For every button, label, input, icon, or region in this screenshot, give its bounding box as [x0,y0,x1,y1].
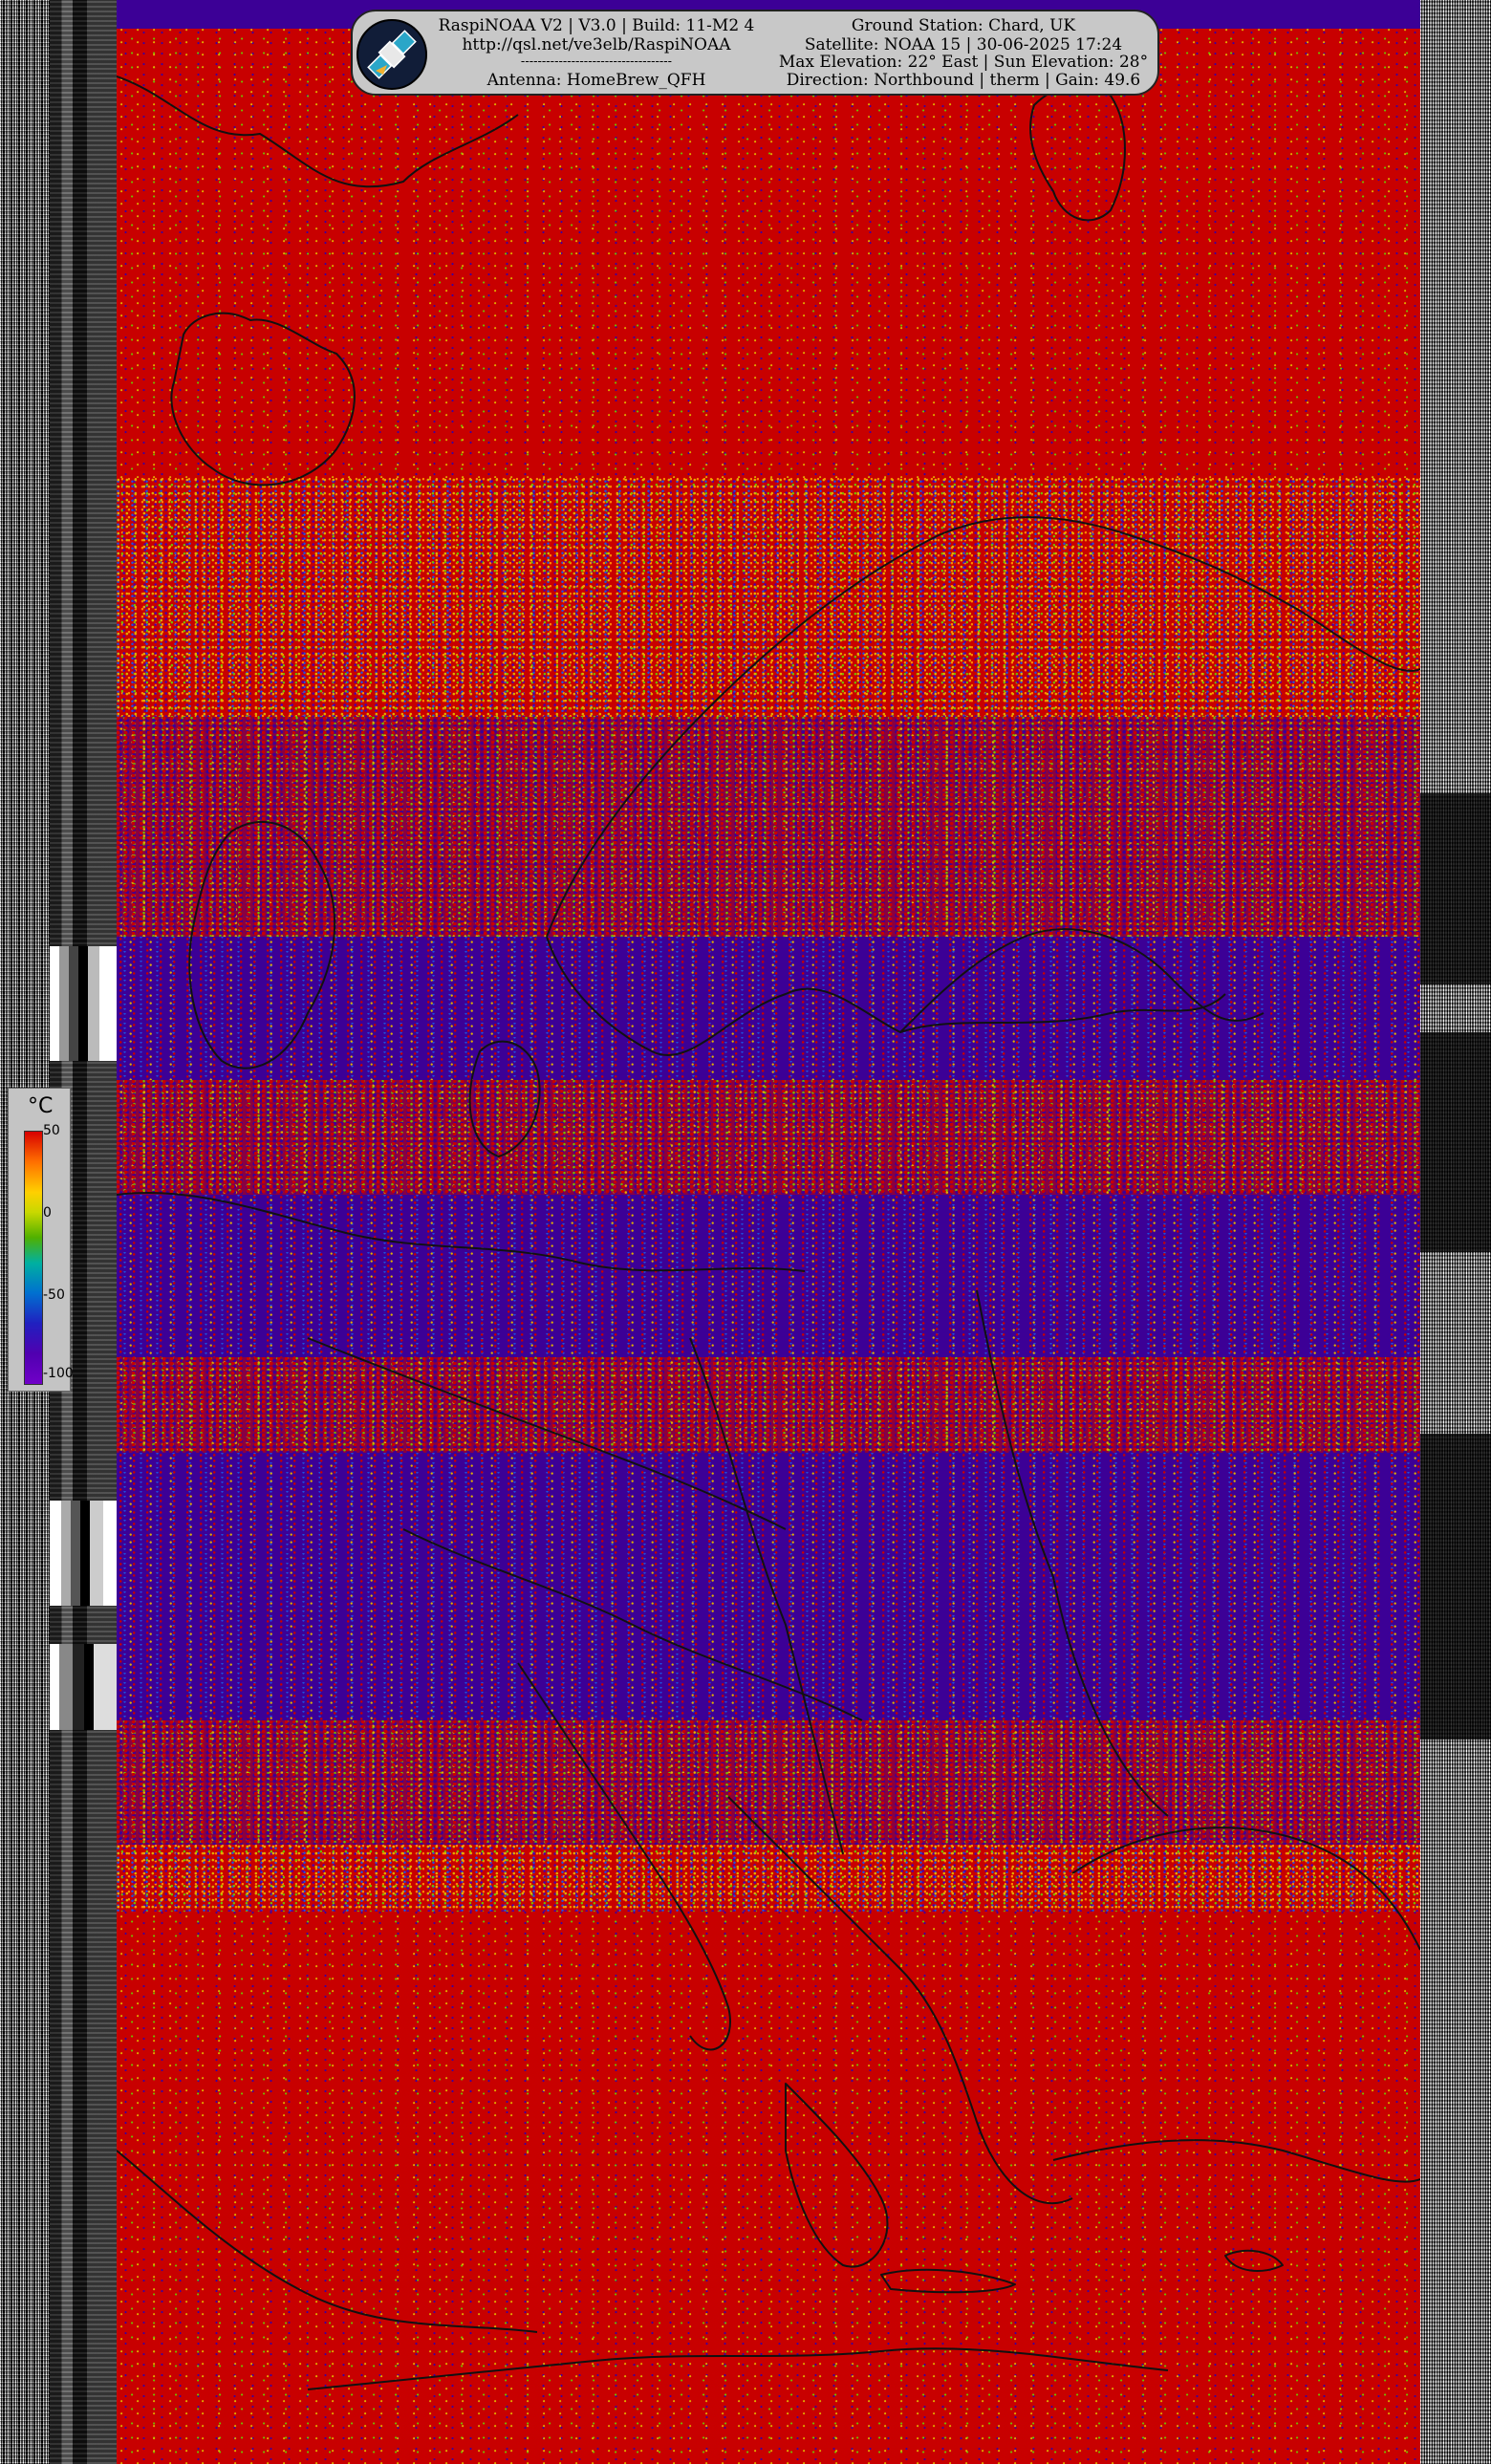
svalbard-coast [1029,84,1126,222]
finland-coast [899,928,1264,1033]
header-direction-line: Direction: Northbound | therm | Gain: 49… [786,71,1141,90]
balkans-coast [727,1796,1073,2205]
right-dark-band [1420,1434,1491,1740]
temperature-legend: °C 50 0 -50 -100 [8,1088,74,1392]
right-dark-band [1420,793,1491,984]
header-antenna-line: Antenna: HomeBrew_QFH [486,71,706,90]
africa-coast [307,2347,1169,2390]
crete-coast [880,2268,1016,2294]
legend-tick: -50 [43,1287,65,1303]
scandinavia-coast [546,516,1420,938]
map-outline-overlay [117,76,1420,2390]
header-build-line: RaspiNOAA V2 | V3.0 | Build: 11-M2 4 [438,16,755,35]
british-isles-coast [188,821,336,1070]
header-ground-station-line: Ground Station: Chard, UK [851,16,1076,35]
calibration-wedge [50,946,117,1061]
calibration-wedge [50,1501,117,1606]
satellite-logo-icon [357,19,427,90]
greece-coast [785,2083,889,2268]
legend-color-bar [24,1131,43,1385]
border [402,1528,863,1721]
header-url-line: http://qsl.net/ve3elb/RaspiNOAA [462,35,731,54]
baltic-coast [546,936,1226,1057]
mediterranean-coast [117,2150,538,2333]
legend-unit-label: °C [28,1094,54,1118]
border [307,1337,787,1530]
calibration-wedge [50,1644,117,1730]
iceland-coast [170,312,356,486]
right-dark-band [1420,1032,1491,1252]
legend-tick: 50 [43,1123,60,1138]
border [689,1337,844,1855]
legend-tick: -100 [43,1366,74,1381]
europe-north-coast [117,1192,806,1272]
border [976,1289,1169,1817]
cyprus-coast [1224,2249,1284,2272]
turkey-coast [1052,2139,1420,2183]
black-sea-coast [1071,1826,1420,1951]
denmark-coast [468,1040,541,1157]
legend-tick: 0 [43,1205,52,1221]
header-separator-line: ------------------------------------ [520,54,673,69]
header-elevation-line: Max Elevation: 22° East | Sun Elevation:… [778,53,1149,72]
header-satellite-line: Satellite: NOAA 15 | 30-06-2025 17:24 [804,35,1123,54]
italy-coast [517,1662,731,2051]
